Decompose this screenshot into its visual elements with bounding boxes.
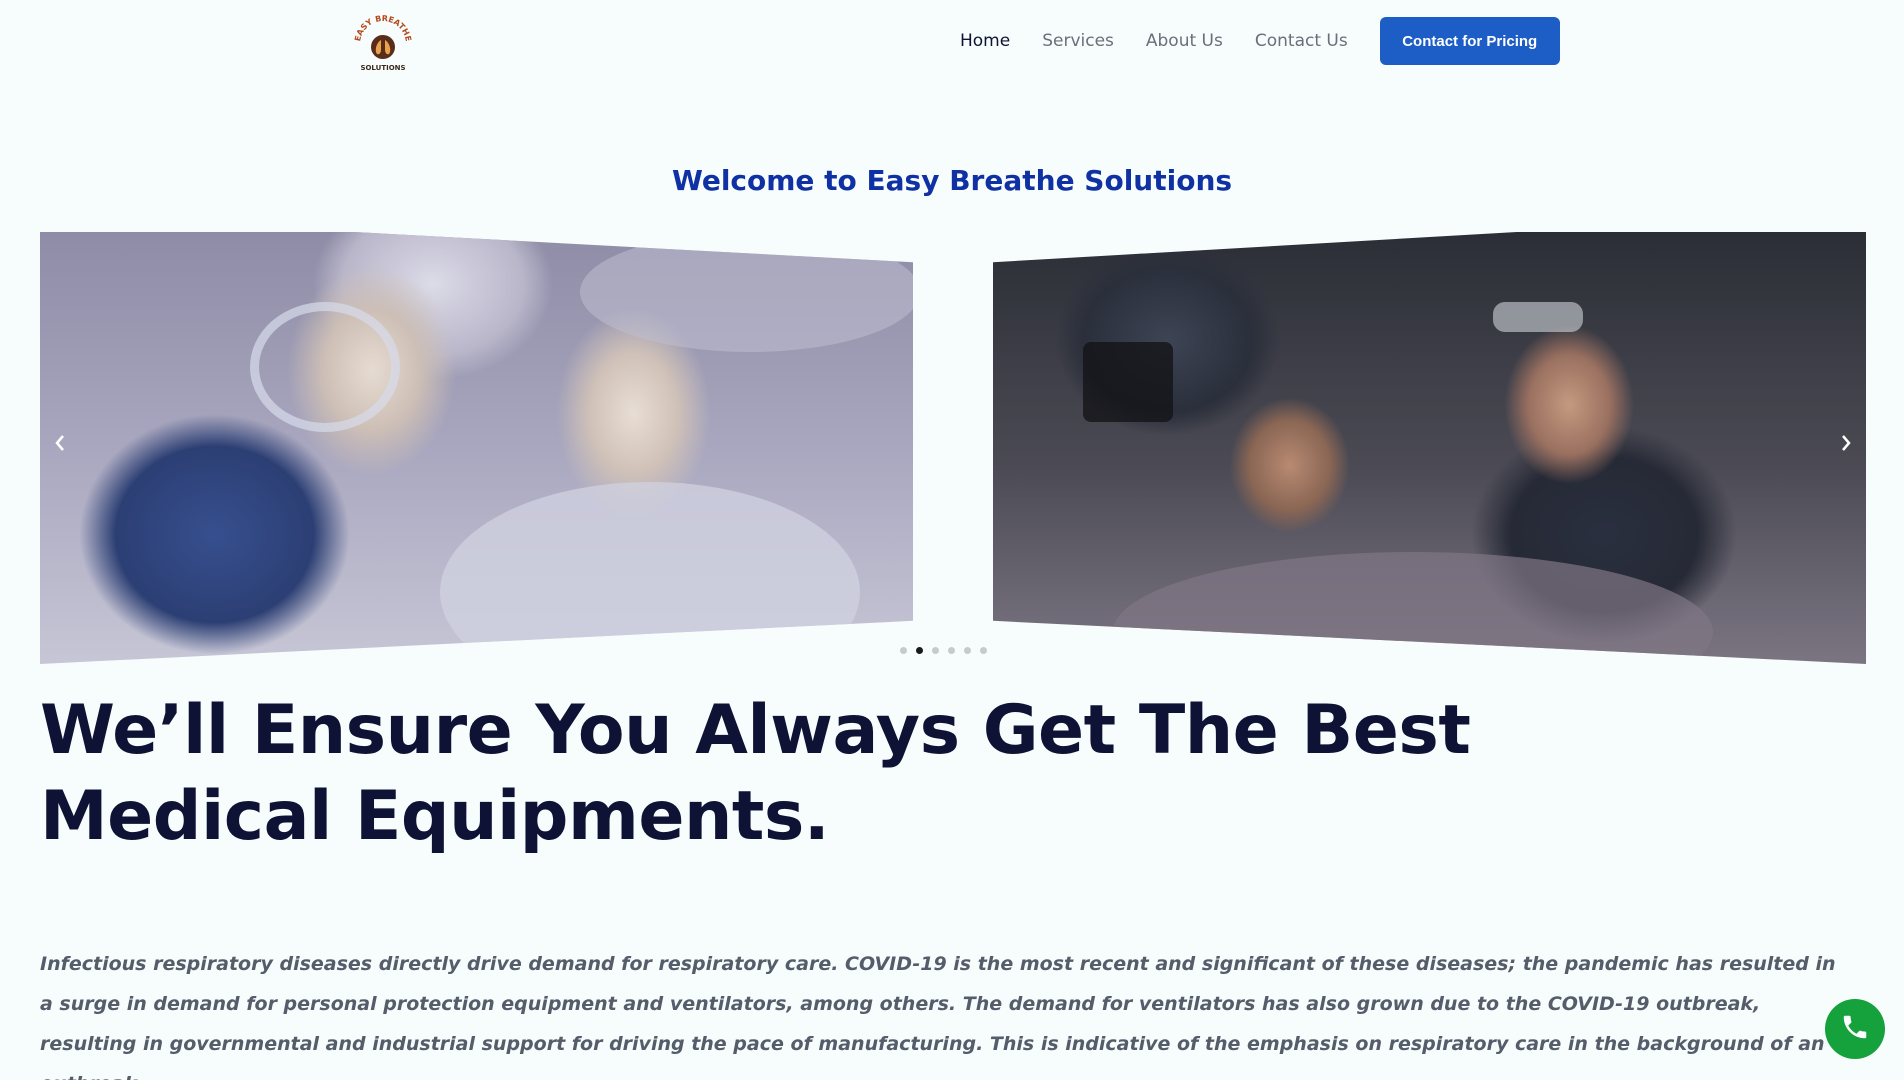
carousel-dot-4[interactable]: [948, 647, 955, 654]
welcome-heading: Welcome to Easy Breathe Solutions: [671, 164, 1233, 197]
pillow-detail: [580, 232, 913, 352]
carousel-slide-couple-cpap[interactable]: [40, 232, 913, 664]
main-nav: Home Services About Us Contact Us Contac…: [960, 0, 1560, 82]
carousel-prev-button[interactable]: [42, 428, 78, 464]
logo-graphic: EASY BREATHE SOLUTIONS: [353, 14, 413, 72]
lamp-detail: [1083, 342, 1173, 422]
page: EASY BREATHE SOLUTIONS Home Services Abo…: [0, 0, 1904, 1080]
cpap-headgear-detail: [1493, 302, 1583, 332]
carousel-next-button[interactable]: [1828, 428, 1864, 464]
carousel-dot-1[interactable]: [900, 647, 907, 654]
chevron-left-icon: [53, 433, 67, 459]
nav-item-home[interactable]: Home: [960, 31, 1010, 51]
blanket-detail: [440, 482, 860, 664]
carousel-dot-6[interactable]: [980, 647, 987, 654]
call-button[interactable]: [1825, 999, 1885, 1059]
hero-carousel: [40, 232, 1866, 664]
cpap-mask-detail: [250, 302, 400, 432]
hero-headline: We’ll Ensure You Always Get The Best Med…: [40, 691, 1471, 856]
carousel-slide-man-phone[interactable]: [993, 232, 1866, 664]
logo-text-bottom: SOLUTIONS: [360, 64, 405, 72]
carousel-dot-2[interactable]: [916, 647, 923, 654]
site-logo[interactable]: EASY BREATHE SOLUTIONS: [350, 14, 416, 72]
chevron-right-icon: [1839, 433, 1853, 459]
intro-paragraph: Infectious respiratory diseases directly…: [40, 953, 1836, 1080]
carousel-dot-5[interactable]: [964, 647, 971, 654]
carousel-dot-3[interactable]: [932, 647, 939, 654]
carousel-pagination: [900, 647, 987, 654]
nav-item-services[interactable]: Services: [1042, 31, 1114, 51]
contact-for-pricing-button[interactable]: Contact for Pricing: [1379, 17, 1560, 65]
phone-icon: [1840, 1012, 1870, 1046]
nav-item-contact-us[interactable]: Contact Us: [1255, 31, 1348, 51]
bedsheet-detail: [1113, 552, 1713, 664]
nav-item-about-us[interactable]: About Us: [1146, 31, 1223, 51]
